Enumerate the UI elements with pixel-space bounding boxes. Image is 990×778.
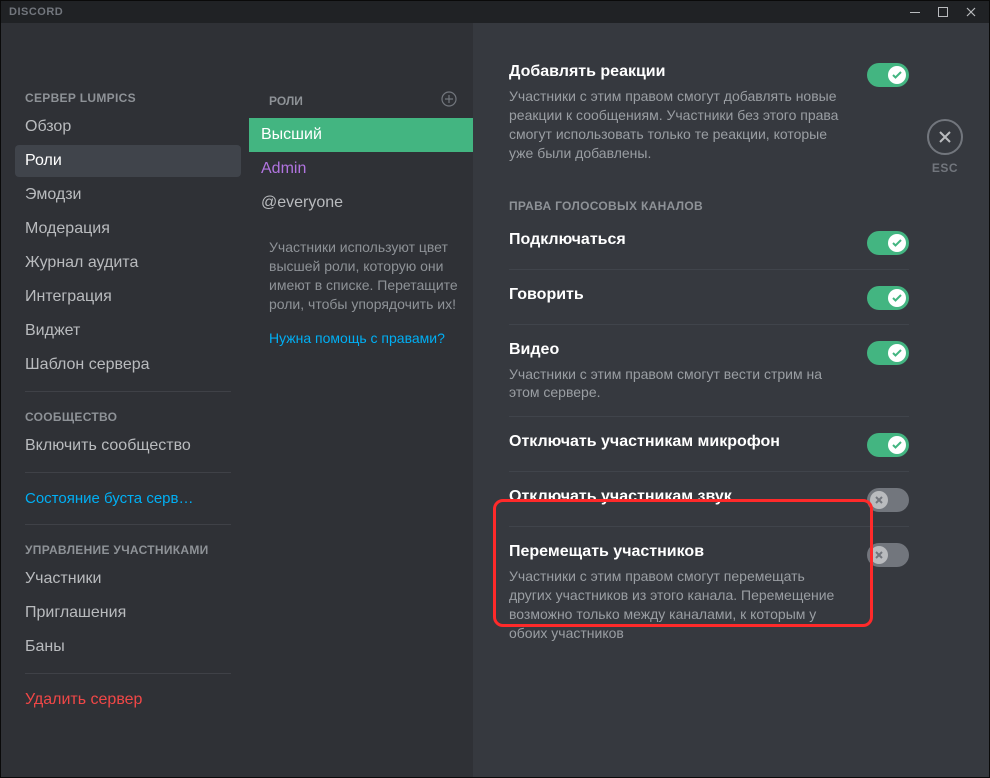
- sidebar-item-widget[interactable]: Виджет: [15, 315, 241, 347]
- app-brand: DISCORD: [9, 6, 63, 18]
- perm-mute-members-toggle[interactable]: [867, 433, 909, 457]
- window-minimize-button[interactable]: [901, 1, 929, 23]
- add-role-button[interactable]: [441, 91, 457, 110]
- perm-connect-title: Подключаться: [509, 231, 626, 249]
- divider: [509, 269, 909, 270]
- perm-deafen-members-title: Отключать участникам звук: [509, 488, 732, 506]
- roles-column: РОЛИ Высший Admin @everyone Участники ис…: [249, 23, 473, 777]
- perm-move-members-desc: Участники с этим правом смогут перемещат…: [509, 567, 851, 643]
- permissions-panel: Добавлять реакции Участники с этим право…: [473, 23, 989, 777]
- perm-video-desc: Участники с этим правом смогут вести стр…: [509, 365, 851, 403]
- divider: [509, 471, 909, 472]
- window-close-button[interactable]: [957, 1, 985, 23]
- perm-mute-members-title: Отключать участникам микрофон: [509, 433, 780, 451]
- sidebar-item-audit-log[interactable]: Журнал аудита: [15, 247, 241, 279]
- perm-add-reactions-desc: Участники с этим правом смогут добавлять…: [509, 87, 851, 163]
- divider: [25, 391, 231, 392]
- perm-deafen-members-toggle[interactable]: [867, 488, 909, 512]
- role-item-admin[interactable]: Admin: [249, 152, 473, 186]
- perm-move-members-title: Перемещать участников: [509, 543, 851, 561]
- perm-speak-title: Говорить: [509, 286, 584, 304]
- perm-move-members-toggle[interactable]: [867, 543, 909, 567]
- perm-video-toggle[interactable]: [867, 341, 909, 365]
- settings-sidebar: СЕРВЕР LUMPICS Обзор Роли Эмодзи Модерац…: [1, 23, 249, 777]
- roles-help-link[interactable]: Нужна помощь с правами?: [259, 314, 463, 346]
- perm-add-reactions-toggle[interactable]: [867, 63, 909, 87]
- perm-video-title: Видео: [509, 341, 851, 359]
- sidebar-item-moderation[interactable]: Модерация: [15, 213, 241, 245]
- role-item-everyone[interactable]: @everyone: [249, 186, 473, 220]
- sidebar-item-integrations[interactable]: Интеграция: [15, 281, 241, 313]
- sidebar-item-bans[interactable]: Баны: [15, 631, 241, 663]
- close-label: ESC: [927, 161, 963, 175]
- sidebar-item-invites[interactable]: Приглашения: [15, 597, 241, 629]
- sidebar-item-emoji[interactable]: Эмодзи: [15, 179, 241, 211]
- sidebar-item-roles[interactable]: Роли: [15, 145, 241, 177]
- sidebar-item-members[interactable]: Участники: [15, 563, 241, 595]
- sidebar-section-user-mgmt: УПРАВЛЕНИЕ УЧАСТНИКАМИ: [15, 535, 241, 563]
- divider: [509, 526, 909, 527]
- sidebar-item-boost-status[interactable]: Состояние буста серв…: [15, 483, 241, 514]
- roles-tip: Участники используют цвет высшей роли, к…: [259, 220, 463, 314]
- role-item-highest[interactable]: Высший: [249, 118, 473, 152]
- sidebar-item-template[interactable]: Шаблон сервера: [15, 349, 241, 381]
- sidebar-item-enable-community[interactable]: Включить сообщество: [15, 430, 241, 462]
- roles-header: РОЛИ: [269, 94, 303, 108]
- divider: [25, 472, 231, 473]
- perm-add-reactions-title: Добавлять реакции: [509, 63, 851, 81]
- close-button[interactable]: [927, 119, 963, 155]
- divider: [25, 673, 231, 674]
- sidebar-section-community: СООБЩЕСТВО: [15, 402, 241, 430]
- sidebar-item-delete-server[interactable]: Удалить сервер: [15, 684, 241, 716]
- window-maximize-button[interactable]: [929, 1, 957, 23]
- voice-perms-section: ПРАВА ГОЛОСОВЫХ КАНАЛОВ: [509, 199, 909, 213]
- divider: [509, 416, 909, 417]
- sidebar-section-server: СЕРВЕР LUMPICS: [15, 83, 241, 111]
- divider: [25, 524, 231, 525]
- divider: [509, 324, 909, 325]
- sidebar-item-overview[interactable]: Обзор: [15, 111, 241, 143]
- perm-speak-toggle[interactable]: [867, 286, 909, 310]
- close-settings: ESC: [927, 119, 963, 175]
- perm-connect-toggle[interactable]: [867, 231, 909, 255]
